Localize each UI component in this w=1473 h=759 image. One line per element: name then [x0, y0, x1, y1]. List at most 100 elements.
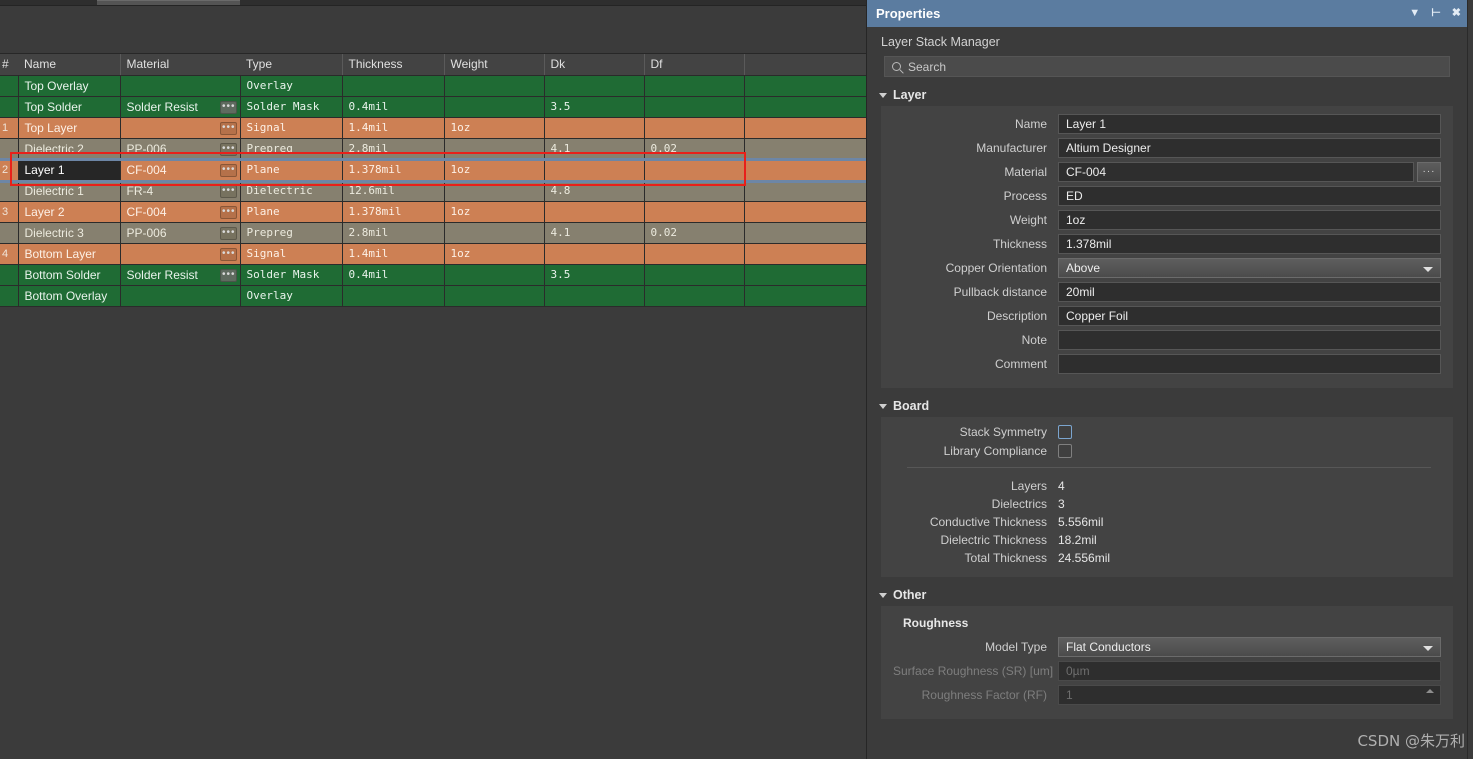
cell-material[interactable]: CF-004 [120, 159, 218, 180]
cell-dk[interactable] [544, 117, 644, 138]
cell-name[interactable]: Dielectric 3 [18, 222, 120, 243]
spinner-up-icon[interactable] [1426, 689, 1434, 693]
column-header-df[interactable]: Df [644, 54, 744, 75]
cell-weight[interactable] [444, 285, 544, 306]
cell-type[interactable]: Prepreg [240, 222, 342, 243]
table-row[interactable]: Dielectric 3PP-006•••Prepreg2.8mil4.10.0… [0, 222, 866, 243]
search-input[interactable]: Search [884, 56, 1450, 77]
cell-weight[interactable] [444, 75, 544, 96]
cell-material[interactable] [120, 243, 218, 264]
cell-dk[interactable] [544, 75, 644, 96]
cell-weight[interactable] [444, 96, 544, 117]
material-browse-button[interactable]: ••• [218, 159, 240, 180]
cell-type[interactable]: Plane [240, 201, 342, 222]
material-browse-button[interactable] [218, 75, 240, 96]
cell-material[interactable]: CF-004 [120, 201, 218, 222]
table-row[interactable]: Bottom OverlayOverlay [0, 285, 866, 306]
cell-weight[interactable] [444, 264, 544, 285]
material-browse-button[interactable]: ••• [218, 138, 240, 159]
cell-thickness[interactable]: 2.8mil [342, 138, 444, 159]
ellipsis-icon[interactable]: ••• [220, 269, 237, 282]
cell-weight[interactable]: 1oz [444, 243, 544, 264]
cell-num[interactable]: 1 [0, 117, 18, 138]
cell-type[interactable]: Signal [240, 243, 342, 264]
cell-extra[interactable] [744, 117, 866, 138]
cell-material[interactable]: PP-006 [120, 222, 218, 243]
cell-num[interactable]: 4 [0, 243, 18, 264]
cell-name[interactable]: Top Overlay [18, 75, 120, 96]
cell-df[interactable] [644, 96, 744, 117]
cell-material[interactable]: FR-4 [120, 180, 218, 201]
cell-name[interactable]: Dielectric 1 [18, 180, 120, 201]
cell-df[interactable] [644, 75, 744, 96]
cell-thickness[interactable] [342, 285, 444, 306]
cell-type[interactable]: Signal [240, 117, 342, 138]
cell-df[interactable]: 0.02 [644, 222, 744, 243]
property-input[interactable]: Altium Designer [1058, 138, 1441, 158]
cell-dk[interactable] [544, 243, 644, 264]
cell-thickness[interactable]: 1.4mil [342, 243, 444, 264]
cell-extra[interactable] [744, 243, 866, 264]
cell-dk[interactable] [544, 201, 644, 222]
table-row[interactable]: Dielectric 2PP-006•••Prepreg2.8mil4.10.0… [0, 138, 866, 159]
property-input[interactable]: Copper Foil [1058, 306, 1441, 326]
cell-weight[interactable] [444, 222, 544, 243]
property-input[interactable]: 1.378mil [1058, 234, 1441, 254]
cell-dk[interactable]: 3.5 [544, 264, 644, 285]
close-icon[interactable]: ✖ [1452, 8, 1461, 19]
cell-extra[interactable] [744, 285, 866, 306]
cell-num[interactable] [0, 180, 18, 201]
cell-num[interactable] [0, 222, 18, 243]
cell-df[interactable] [644, 180, 744, 201]
cell-type[interactable]: Prepreg [240, 138, 342, 159]
cell-dk[interactable] [544, 285, 644, 306]
cell-type[interactable]: Overlay [240, 75, 342, 96]
cell-extra[interactable] [744, 96, 866, 117]
cell-extra[interactable] [744, 75, 866, 96]
cell-extra[interactable] [744, 201, 866, 222]
checkbox[interactable] [1058, 425, 1072, 439]
material-browse-button[interactable]: ••• [218, 180, 240, 201]
cell-type[interactable]: Overlay [240, 285, 342, 306]
section-header-other[interactable]: Other [867, 584, 1467, 606]
column-header-name[interactable]: Name [18, 54, 120, 75]
column-header-material[interactable]: Material [120, 54, 218, 75]
cell-dk[interactable] [544, 159, 644, 180]
column-header-type[interactable]: Type [240, 54, 342, 75]
cell-num[interactable] [0, 285, 18, 306]
table-row[interactable]: Dielectric 1FR-4•••Dielectric12.6mil4.8 [0, 180, 866, 201]
cell-dk[interactable]: 4.1 [544, 222, 644, 243]
cell-type[interactable]: Plane [240, 159, 342, 180]
cell-thickness[interactable]: 0.4mil [342, 96, 444, 117]
cell-extra[interactable] [744, 264, 866, 285]
material-browse-button[interactable]: ••• [218, 243, 240, 264]
cell-dk[interactable]: 4.1 [544, 138, 644, 159]
cell-weight[interactable] [444, 138, 544, 159]
column-header-dk[interactable]: Dk [544, 54, 644, 75]
table-row[interactable]: Top Overlay Overlay [0, 75, 866, 96]
material-browse-button[interactable]: ••• [218, 222, 240, 243]
cell-df[interactable] [644, 243, 744, 264]
property-input[interactable]: 20mil [1058, 282, 1441, 302]
cell-material[interactable] [120, 75, 218, 96]
cell-type[interactable]: Solder Mask [240, 96, 342, 117]
ellipsis-icon[interactable]: ••• [220, 248, 237, 261]
cell-df[interactable] [644, 201, 744, 222]
table-row[interactable]: Bottom SolderSolder Resist•••Solder Mask… [0, 264, 866, 285]
ellipsis-icon[interactable]: ••• [220, 227, 237, 240]
cell-material[interactable]: PP-006 [120, 138, 218, 159]
cell-name[interactable]: Top Solder [18, 96, 120, 117]
cell-name[interactable]: Layer 2 [18, 201, 120, 222]
property-input[interactable] [1058, 330, 1441, 350]
cell-num[interactable]: 3 [0, 201, 18, 222]
section-header-board[interactable]: Board [867, 395, 1467, 417]
table-row[interactable]: 1Top Layer•••Signal1.4mil1oz [0, 117, 866, 138]
cell-num[interactable] [0, 96, 18, 117]
cell-thickness[interactable]: 0.4mil [342, 264, 444, 285]
cell-extra[interactable] [744, 159, 866, 180]
cell-name[interactable]: Dielectric 2 [18, 138, 120, 159]
table-row[interactable]: 4Bottom Layer•••Signal1.4mil1oz [0, 243, 866, 264]
ellipsis-icon[interactable]: ••• [220, 101, 237, 114]
ellipsis-icon[interactable]: ••• [220, 143, 237, 156]
cell-extra[interactable] [744, 180, 866, 201]
